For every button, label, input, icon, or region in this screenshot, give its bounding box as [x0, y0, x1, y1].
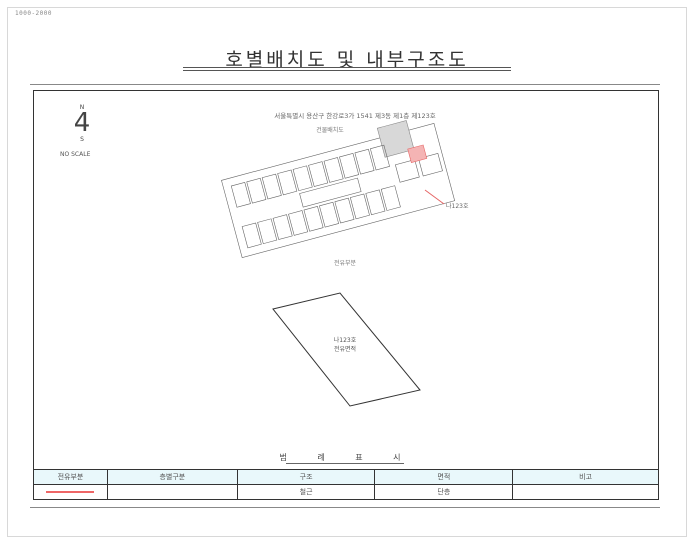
legend-header: 전유부분	[33, 469, 108, 485]
legend-title: 범 례 표 시	[279, 453, 415, 462]
legend-header: 층별구분	[106, 469, 238, 485]
unit-label: 나123호	[333, 337, 357, 344]
pointer-line	[424, 189, 445, 205]
legend-header-row: 전유부분 층별구분 구조 면적 비고	[33, 469, 659, 485]
site-plan	[221, 120, 456, 258]
legend-header: 구조	[236, 469, 376, 485]
site-unit-label: 나123호	[446, 203, 469, 210]
unit-plan-title: 전유부분	[333, 260, 357, 267]
legend-cell	[512, 484, 659, 500]
divider	[30, 507, 660, 508]
legend-header: 면적	[374, 469, 514, 485]
legend-cell: 단층	[374, 484, 514, 500]
legend-header: 비고	[512, 469, 659, 485]
legend-underline	[286, 463, 404, 464]
legend-cell	[106, 484, 238, 500]
legend-table: 전유부분 층별구분 구조 면적 비고 철근 단층	[33, 469, 659, 500]
legend-cell: 철근	[236, 484, 376, 500]
unit-area-label: 전유면적	[333, 346, 357, 353]
site-outline	[221, 123, 456, 258]
legend-cell-swatch	[33, 484, 108, 500]
legend-row: 철근 단층	[33, 484, 659, 500]
red-line-swatch	[46, 491, 95, 493]
